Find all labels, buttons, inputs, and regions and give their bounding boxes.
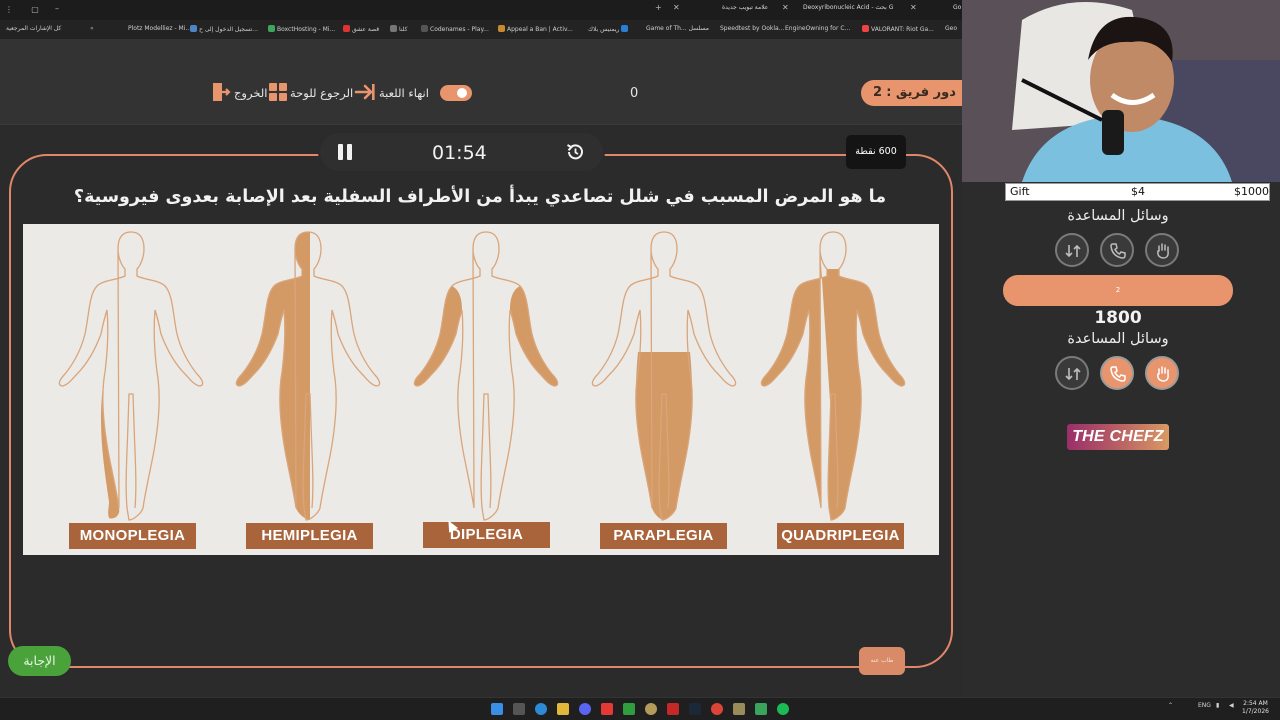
- bookmark-item[interactable]: تسجيل الدخول إلى ح...: [190, 25, 258, 33]
- the-chefz-logo: THE CHEFZ: [1067, 424, 1169, 450]
- bookmark-item[interactable]: EngineOwning for C...: [785, 25, 850, 32]
- label-monoplegia: MONOPLEGIA: [69, 523, 196, 549]
- pause-icon[interactable]: [337, 144, 353, 160]
- bookmark-item[interactable]: Game of Th... مسلسل: [646, 25, 709, 32]
- close-tab-icon[interactable]: ✕: [910, 3, 917, 12]
- game-header: [0, 39, 962, 125]
- points-badge: 600 نقطة: [846, 135, 906, 169]
- close-tab-icon[interactable]: ✕: [782, 3, 789, 12]
- body-figures: [58, 231, 906, 521]
- header-score: 0: [630, 86, 639, 101]
- bookmark-item[interactable]: BoxctHosting - Mi...: [268, 25, 335, 33]
- steam-icon[interactable]: [689, 703, 701, 715]
- timer-display: 01:54: [432, 142, 487, 164]
- paralysis-types-image: [23, 224, 939, 555]
- end-game-toggle[interactable]: [440, 85, 472, 101]
- app-icon[interactable]: [755, 703, 767, 715]
- tab-search[interactable]: Deoxyribonucleic Acid - بحث G: [803, 4, 893, 11]
- bookmark-item[interactable]: Speedtest by Ookla...: [720, 25, 784, 32]
- bookmark-item[interactable]: Appeal a Ban | Activ...: [498, 25, 573, 33]
- restore-icon[interactable]: ▢: [28, 5, 42, 14]
- bookmark-item[interactable]: كلنا: [390, 25, 407, 33]
- discord-icon[interactable]: [579, 703, 591, 715]
- end-game-label[interactable]: انهاء اللعبة: [379, 86, 429, 100]
- tab-new-tab[interactable]: علامة تبويب جديدة: [722, 4, 768, 11]
- network-icon[interactable]: ▮: [1216, 702, 1219, 709]
- back-to-board-label[interactable]: الرجوع للوحة: [290, 86, 353, 100]
- close-tab-icon[interactable]: ✕: [673, 3, 680, 12]
- task-view-icon[interactable]: [513, 703, 525, 715]
- hand-icon[interactable]: [1145, 356, 1179, 390]
- bookmark-item[interactable]: VALORANT: Riot Ga...: [862, 25, 934, 33]
- label-diplegia: DIPLEGIA: [423, 522, 550, 548]
- board-grid-icon[interactable]: [269, 83, 287, 101]
- language-indicator[interactable]: ENG: [1198, 702, 1211, 709]
- bookmark-item[interactable]: قصة عشق: [343, 25, 379, 33]
- webcam-overlay: [962, 0, 1280, 182]
- file-explorer-icon[interactable]: [557, 703, 569, 715]
- youtube-icon[interactable]: [601, 703, 613, 715]
- team2-score: 1800: [1094, 308, 1142, 328]
- app-icon[interactable]: [645, 703, 657, 715]
- start-icon[interactable]: [491, 703, 503, 715]
- chrome-icon[interactable]: [711, 703, 723, 715]
- spotify-icon[interactable]: [777, 703, 789, 715]
- switch-question-icon[interactable]: [1055, 233, 1089, 267]
- timer-bar: 01:54: [320, 133, 603, 171]
- gift-label: Gift: [1010, 185, 1030, 198]
- phone-icon[interactable]: [1100, 233, 1134, 267]
- label-hemiplegia: HEMIPLEGIA: [246, 523, 373, 549]
- menu-icon[interactable]: ⋮: [2, 5, 16, 14]
- tab-partial[interactable]: Go: [953, 4, 961, 11]
- chevron-up-icon[interactable]: ⌃: [1168, 702, 1173, 709]
- question-text: ما هو المرض المسبب في شلل تصاعدي يبدأ من…: [73, 187, 887, 207]
- reset-timer-icon[interactable]: [565, 142, 585, 162]
- team2-lifelines-title: وسائل المساعدة: [1067, 331, 1169, 347]
- gift-goal: $1000: [1234, 185, 1269, 198]
- hand-icon[interactable]: [1145, 233, 1179, 267]
- minimize-icon[interactable]: –: [50, 4, 64, 13]
- phone-icon[interactable]: [1100, 356, 1134, 390]
- bookmark-item[interactable]: Geo: [945, 25, 957, 32]
- arrow-right-icon[interactable]: [354, 82, 376, 106]
- team2-bar: 2: [1003, 275, 1233, 306]
- gift-goal-bar: Gift $4 $1000: [1005, 183, 1270, 201]
- team-turn-label: دور فريق :: [886, 85, 956, 100]
- browser-tab-bar: ⋮ ▢ – + ✕ علامة تبويب جديدة ✕ Deoxyribon…: [0, 0, 962, 20]
- exit-door-icon[interactable]: [211, 82, 231, 106]
- gift-amount: $4: [1131, 185, 1145, 198]
- new-tab-icon[interactable]: +: [655, 3, 662, 12]
- edge-icon[interactable]: [535, 703, 547, 715]
- bookmark-item[interactable]: Codenames - Play...: [421, 25, 489, 33]
- team-turn-pill: دور فريق : 2: [861, 80, 962, 106]
- app-icon[interactable]: [667, 703, 679, 715]
- xbox-icon[interactable]: [623, 703, 635, 715]
- system-clock[interactable]: 2:54 AM 1/7/2026: [1242, 700, 1269, 716]
- bookmark-item[interactable]: Plotz Modelliez - Mi...: [128, 25, 191, 32]
- team1-lifelines-title: وسائل المساعدة: [1067, 208, 1169, 224]
- secondary-button[interactable]: طاب عنه: [859, 647, 905, 675]
- bookmarks-bar: كل الإشارات المرجعية « Plotz Modelliez -…: [0, 20, 962, 39]
- label-paraplegia: PARAPLEGIA: [600, 523, 727, 549]
- team-turn-value: 2: [873, 85, 883, 100]
- bookmark-item[interactable]: كل الإشارات المرجعية: [6, 25, 61, 32]
- bookmark-item[interactable]: ريمنيس بلاك: [588, 25, 630, 33]
- chevron-left-icon[interactable]: «: [90, 25, 94, 32]
- windows-taskbar: ENG ⌃ ▮ ◀ 2:54 AM 1/7/2026: [0, 697, 1280, 720]
- volume-icon[interactable]: ◀: [1229, 702, 1234, 709]
- exit-label[interactable]: الخروج: [234, 86, 267, 100]
- switch-question-icon[interactable]: [1055, 356, 1089, 390]
- label-quadriplegia: QUADRIPLEGIA: [777, 523, 904, 549]
- app-icon[interactable]: [733, 703, 745, 715]
- answer-button[interactable]: الإجابة: [8, 646, 71, 676]
